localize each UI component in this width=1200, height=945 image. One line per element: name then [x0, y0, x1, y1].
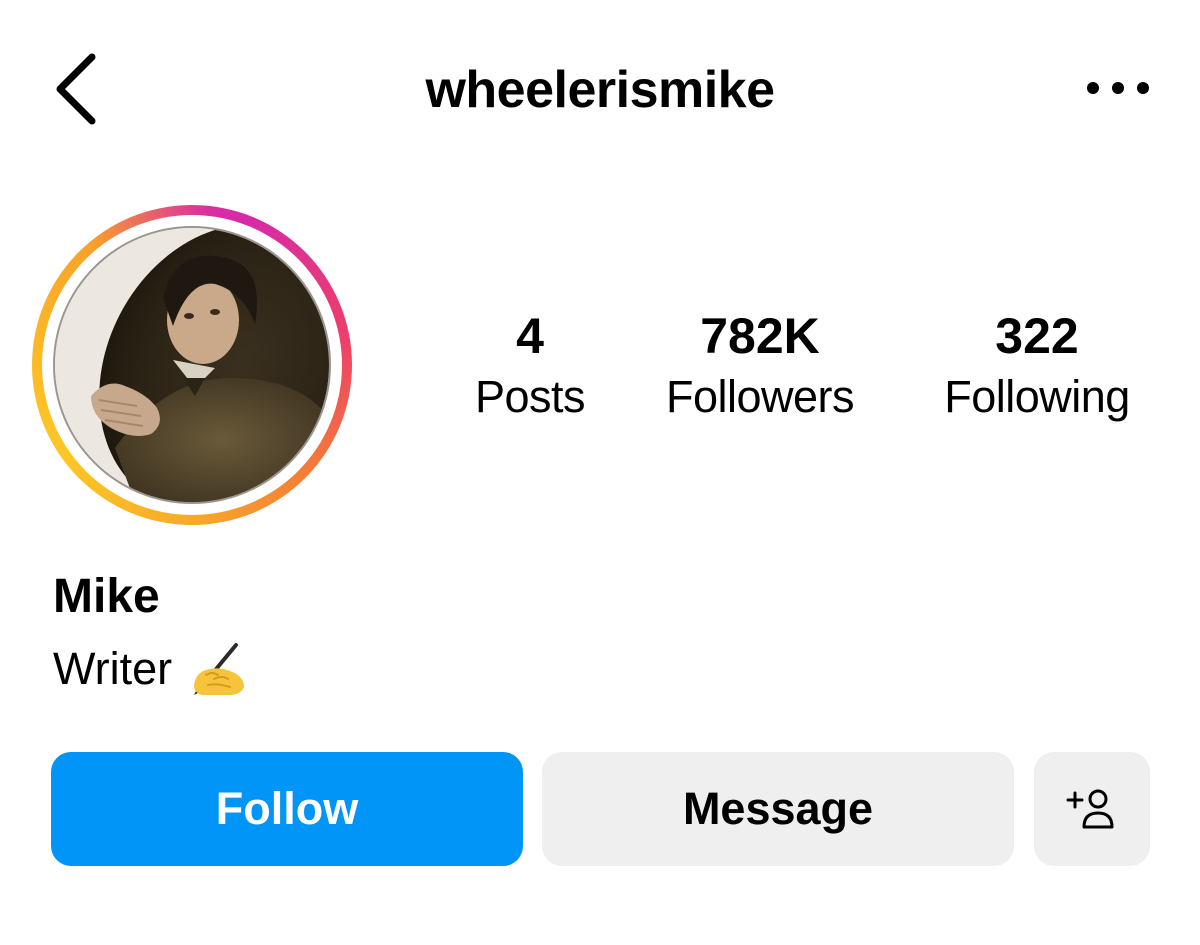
posts-label: Posts: [474, 371, 586, 422]
posts-count: 4: [516, 308, 544, 364]
followers-label: Followers: [665, 371, 855, 422]
message-button[interactable]: Message: [542, 752, 1014, 866]
following-count: 322: [995, 308, 1079, 364]
profile-username: wheelerismike: [425, 61, 775, 119]
writing-hand-icon: [186, 641, 248, 697]
stat-posts[interactable]: 4 Posts: [450, 305, 610, 427]
back-button[interactable]: [40, 44, 110, 134]
profile-stats: 4 Posts 782K Followers 322 Following: [440, 305, 1180, 435]
following-label: Following: [944, 371, 1130, 422]
avatar[interactable]: [55, 228, 329, 502]
add-user-icon: [1066, 789, 1114, 829]
stat-followers[interactable]: 782K Followers: [645, 305, 875, 427]
more-options-button[interactable]: [1078, 68, 1158, 108]
more-horizontal-icon: [1087, 82, 1149, 94]
profile-header: wheelerismike: [0, 0, 1200, 180]
display-name: Mike: [53, 570, 160, 623]
chevron-left-icon: [56, 53, 96, 125]
bio: Writer: [53, 640, 248, 698]
story-ring[interactable]: [32, 205, 352, 525]
suggest-users-button[interactable]: [1034, 752, 1150, 866]
follow-button[interactable]: Follow: [51, 752, 523, 866]
avatar-photo: [55, 228, 329, 502]
bio-text: Writer: [53, 643, 173, 694]
followers-count: 782K: [700, 308, 820, 364]
stat-following[interactable]: 322 Following: [922, 305, 1152, 427]
